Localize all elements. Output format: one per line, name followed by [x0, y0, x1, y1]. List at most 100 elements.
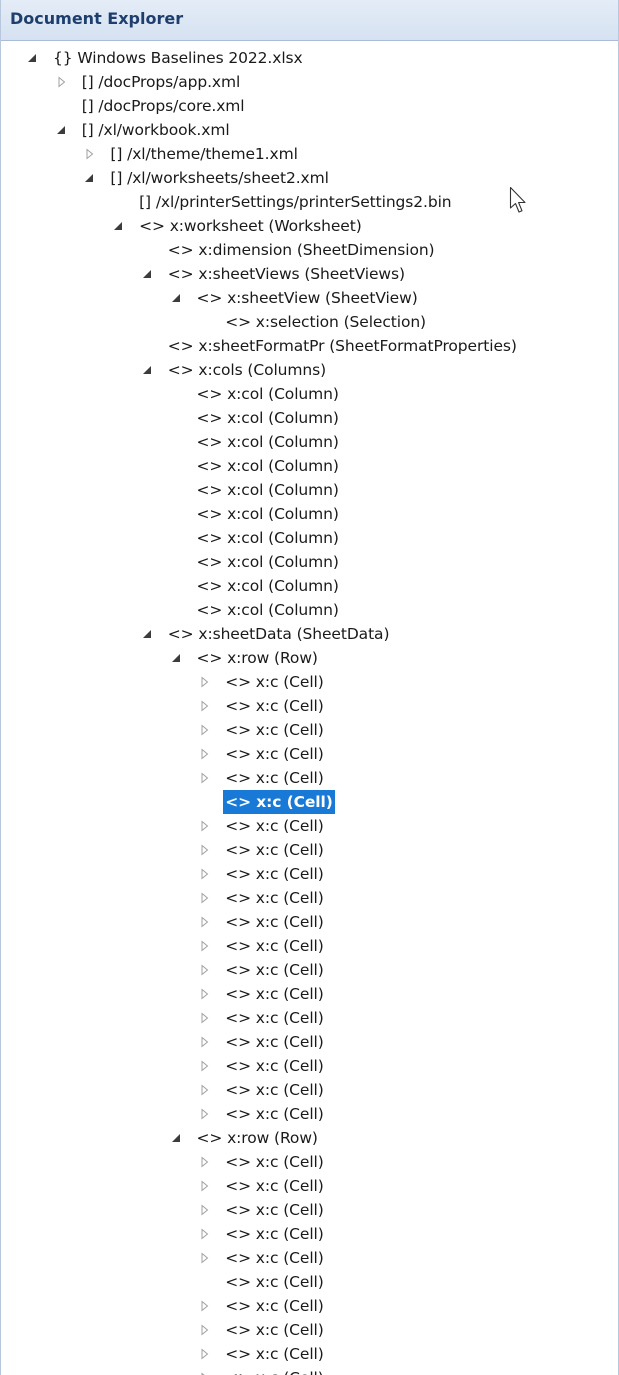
- collapsed-triangle-icon[interactable]: [197, 742, 213, 766]
- expanded-triangle-icon[interactable]: [169, 286, 185, 310]
- expanded-triangle-icon[interactable]: [140, 358, 156, 382]
- tree-node[interactable]: <> x:c (Cell): [201, 1006, 326, 1030]
- collapsed-triangle-icon[interactable]: [197, 1318, 213, 1342]
- collapsed-triangle-icon[interactable]: [197, 1030, 213, 1054]
- tree-node[interactable]: <> x:c (Cell): [201, 838, 326, 862]
- tree-node[interactable]: <> x:col (Column): [195, 574, 341, 598]
- tree-node[interactable]: <> x:selection (Selection): [223, 310, 428, 334]
- expanded-triangle-icon[interactable]: [169, 1126, 185, 1150]
- collapsed-triangle-icon[interactable]: [197, 886, 213, 910]
- collapsed-triangle-icon[interactable]: [197, 982, 213, 1006]
- expanded-triangle-icon[interactable]: [140, 622, 156, 646]
- tree-node[interactable]: <> x:col (Column): [195, 430, 341, 454]
- tree-node[interactable]: <> x:c (Cell): [201, 670, 326, 694]
- collapsed-triangle-icon[interactable]: [197, 1246, 213, 1270]
- tree-node[interactable]: <> x:c (Cell): [201, 1102, 326, 1126]
- tree-node[interactable]: [] /xl/worksheets/sheet2.xml: [85, 166, 330, 190]
- collapsed-triangle-icon[interactable]: [197, 1102, 213, 1126]
- tree-node-label: <> x:c (Cell): [225, 1177, 324, 1195]
- collapsed-triangle-icon[interactable]: [197, 766, 213, 790]
- tree-node[interactable]: <> x:c (Cell): [201, 910, 326, 934]
- collapsed-triangle-icon[interactable]: [197, 1222, 213, 1246]
- tree-node[interactable]: [] /xl/workbook.xml: [56, 118, 232, 142]
- expanded-triangle-icon[interactable]: [111, 214, 127, 238]
- tree-node[interactable]: [] /docProps/core.xml: [80, 94, 247, 118]
- tree-node[interactable]: [] /xl/printerSettings/printerSettings2.…: [137, 190, 453, 214]
- tree-node[interactable]: <> x:col (Column): [195, 598, 341, 622]
- tree-node[interactable]: <> x:c (Cell): [201, 1030, 326, 1054]
- collapsed-triangle-icon[interactable]: [197, 670, 213, 694]
- tree-node[interactable]: <> x:c (Cell): [201, 694, 326, 718]
- tree-node[interactable]: <> x:col (Column): [195, 382, 341, 406]
- tree-node[interactable]: <> x:c (Cell): [201, 1198, 326, 1222]
- tree-node[interactable]: <> x:c (Cell): [201, 1054, 326, 1078]
- tree-node[interactable]: <> x:col (Column): [195, 550, 341, 574]
- tree-node[interactable]: <> x:c (Cell): [201, 1078, 326, 1102]
- tree-node[interactable]: <> x:row (Row): [171, 646, 320, 670]
- tree-node[interactable]: <> x:c (Cell): [201, 1342, 326, 1366]
- tree-node[interactable]: <> x:c (Cell): [201, 742, 326, 766]
- collapsed-triangle-icon[interactable]: [197, 1054, 213, 1078]
- tree-node[interactable]: <> x:c (Cell): [201, 934, 326, 958]
- collapsed-triangle-icon[interactable]: [197, 718, 213, 742]
- tree-node[interactable]: <> x:c (Cell): [201, 958, 326, 982]
- expanded-triangle-icon[interactable]: [82, 166, 98, 190]
- tree-node[interactable]: <> x:c (Cell): [201, 1318, 326, 1342]
- collapsed-triangle-icon[interactable]: [197, 958, 213, 982]
- tree-node[interactable]: <> x:c (Cell): [201, 1246, 326, 1270]
- tree-node[interactable]: <> x:col (Column): [195, 406, 341, 430]
- tree-node[interactable]: <> x:sheetFormatPr (SheetFormatPropertie…: [166, 334, 519, 358]
- tree-node-label: {} Windows Baselines 2022.xlsx: [53, 49, 303, 67]
- collapsed-triangle-icon[interactable]: [197, 814, 213, 838]
- collapsed-triangle-icon[interactable]: [197, 694, 213, 718]
- collapsed-triangle-icon[interactable]: [197, 934, 213, 958]
- expanded-triangle-icon[interactable]: [140, 262, 156, 286]
- tree-node-label: <> x:col (Column): [196, 457, 339, 475]
- expanded-triangle-icon[interactable]: [169, 646, 185, 670]
- tree-node[interactable]: <> x:c (Cell): [201, 1366, 326, 1375]
- collapsed-triangle-icon[interactable]: [197, 910, 213, 934]
- collapsed-triangle-icon[interactable]: [197, 1294, 213, 1318]
- tree-node[interactable]: <> x:c (Cell): [201, 1222, 326, 1246]
- collapsed-triangle-icon[interactable]: [54, 70, 70, 94]
- tree-node[interactable]: <> x:worksheet (Worksheet): [114, 214, 364, 238]
- tree-node[interactable]: <> x:sheetView (SheetView): [171, 286, 420, 310]
- collapsed-triangle-icon[interactable]: [197, 1006, 213, 1030]
- collapsed-triangle-icon[interactable]: [197, 1078, 213, 1102]
- tree-node[interactable]: <> x:col (Column): [195, 526, 341, 550]
- tree-node[interactable]: <> x:c (Cell): [201, 982, 326, 1006]
- tree-node[interactable]: <> x:c (Cell): [201, 1150, 326, 1174]
- tree-node[interactable]: <> x:c (Cell): [223, 790, 335, 814]
- tree-node[interactable]: <> x:row (Row): [171, 1126, 320, 1150]
- collapsed-triangle-icon[interactable]: [197, 1198, 213, 1222]
- collapsed-triangle-icon[interactable]: [197, 1150, 213, 1174]
- tree-node[interactable]: <> x:col (Column): [195, 478, 341, 502]
- tree-node[interactable]: <> x:sheetData (SheetData): [142, 622, 392, 646]
- tree-node[interactable]: <> x:cols (Columns): [142, 358, 328, 382]
- collapsed-triangle-icon[interactable]: [82, 142, 98, 166]
- collapsed-triangle-icon[interactable]: [197, 1174, 213, 1198]
- tree-node[interactable]: [] /docProps/app.xml: [58, 70, 243, 94]
- tree-node-label: <> x:col (Column): [196, 577, 339, 595]
- tree-node[interactable]: <> x:c (Cell): [201, 862, 326, 886]
- tree-node[interactable]: <> x:c (Cell): [201, 1294, 326, 1318]
- tree-node[interactable]: <> x:c (Cell): [201, 886, 326, 910]
- collapsed-triangle-icon[interactable]: [197, 1366, 213, 1375]
- tree-node[interactable]: <> x:c (Cell): [223, 1270, 326, 1294]
- collapsed-triangle-icon[interactable]: [197, 862, 213, 886]
- tree-node[interactable]: {} Windows Baselines 2022.xlsx: [28, 46, 305, 70]
- tree-node[interactable]: <> x:c (Cell): [201, 1174, 326, 1198]
- tree-node[interactable]: <> x:col (Column): [195, 454, 341, 478]
- tree-node[interactable]: <> x:dimension (SheetDimension): [166, 238, 437, 262]
- expanded-triangle-icon[interactable]: [25, 46, 41, 70]
- tree-node[interactable]: <> x:c (Cell): [201, 766, 326, 790]
- tree-node[interactable]: [] /xl/theme/theme1.xml: [86, 142, 299, 166]
- tree-node[interactable]: <> x:col (Column): [195, 502, 341, 526]
- tree-node[interactable]: <> x:c (Cell): [201, 814, 326, 838]
- document-tree[interactable]: {} Windows Baselines 2022.xlsx [] /docPro…: [1, 46, 618, 1375]
- expanded-triangle-icon[interactable]: [54, 118, 70, 142]
- tree-node[interactable]: <> x:c (Cell): [201, 718, 326, 742]
- tree-node[interactable]: <> x:sheetViews (SheetViews): [142, 262, 407, 286]
- collapsed-triangle-icon[interactable]: [197, 1342, 213, 1366]
- collapsed-triangle-icon[interactable]: [197, 838, 213, 862]
